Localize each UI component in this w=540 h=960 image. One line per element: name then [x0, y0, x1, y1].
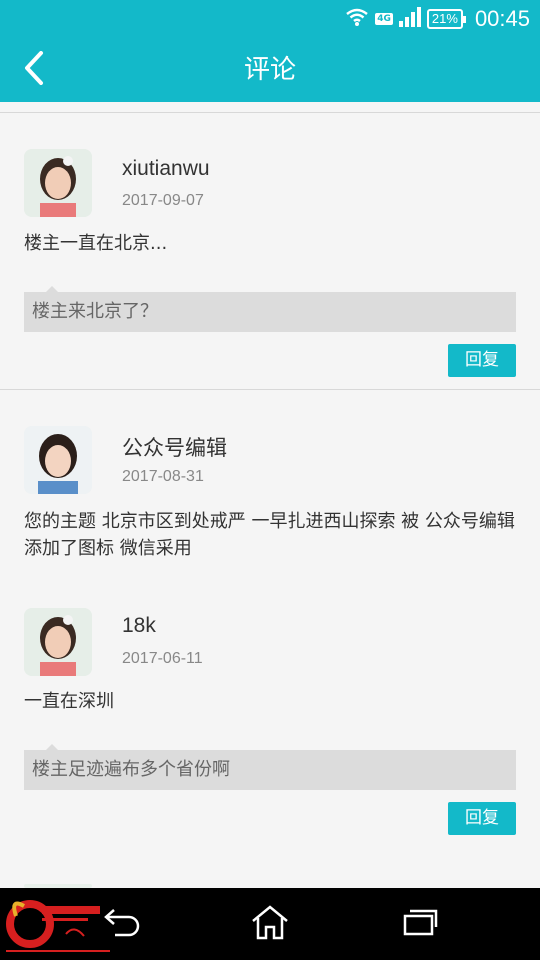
clock: 00:45: [474, 6, 530, 31]
status-icons: 4G 21% 00:45: [345, 0, 530, 38]
quoted-reply: 楼主来北京了？: [24, 286, 516, 332]
divider: [0, 389, 540, 390]
app-bar: 评论: [0, 38, 540, 102]
page-title: 评论: [243, 55, 296, 85]
comment-list[interactable]: xiutianwu 2017-09-07 楼主一直在北京... 楼主来北京了？ …: [0, 102, 540, 888]
comment-date: 2017-06-11: [122, 650, 203, 667]
reply-button[interactable]: 回复: [448, 344, 516, 377]
watermark-logo: [6, 894, 110, 956]
comment-username[interactable]: xiutianwu: [122, 157, 210, 181]
comment-text: 您的主题 北京市区到处戒严 一早扎进西山探索 被 公众号编辑 添加了图标 微信采…: [24, 511, 515, 559]
comment-username[interactable]: 公众号编辑: [122, 432, 227, 462]
avatar[interactable]: [24, 608, 92, 676]
divider: [0, 112, 540, 113]
comment-username[interactable]: 18k: [122, 614, 156, 638]
avatar[interactable]: [24, 426, 92, 494]
recent-apps-icon: [402, 907, 438, 941]
network-type: 4G: [375, 13, 393, 25]
comment-date: 2017-09-07: [122, 192, 204, 209]
home-icon: [250, 904, 290, 944]
comment-date: 2017-08-31: [122, 468, 204, 485]
comment-text: 一直在深圳: [24, 691, 114, 712]
quoted-reply: 楼主足迹遍布多个省份啊: [24, 744, 516, 790]
battery-indicator: 21%: [426, 9, 466, 29]
reply-button[interactable]: 回复: [448, 802, 516, 835]
back-button[interactable]: [14, 50, 54, 90]
nav-recent-button[interactable]: [395, 902, 445, 946]
chevron-left-icon: [23, 51, 45, 89]
nav-home-button[interactable]: [245, 902, 295, 946]
comment-text: 楼主一直在北京...: [24, 233, 168, 254]
wifi-icon: [345, 7, 369, 31]
status-bar: 4G 21% 00:45: [0, 0, 540, 38]
avatar[interactable]: [24, 149, 92, 217]
signal-icon: [398, 7, 421, 31]
